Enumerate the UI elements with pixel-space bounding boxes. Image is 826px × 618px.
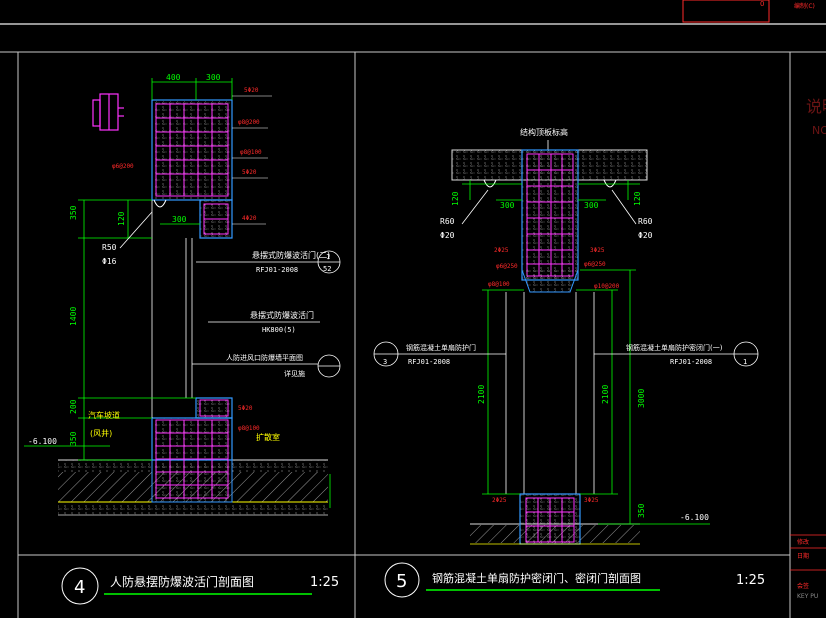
door-code-4a: RFJ01-2008 xyxy=(256,266,298,274)
r60-left: R60 xyxy=(440,217,455,226)
rebar-label-5: 4Φ20 xyxy=(242,215,257,222)
rebar-a: 2Φ25 xyxy=(494,247,509,254)
callout-door-5b: 钢筋混凝土单扇防护密闭门(一) RFJ01-2008 1 xyxy=(594,341,759,367)
top-note: 结构顶板标高 xyxy=(520,127,568,137)
callout-door-4b: 悬摆式防爆波活门 HK800(5) xyxy=(208,310,320,334)
rebar-e: φ10@200 xyxy=(594,283,620,290)
drawing-frame xyxy=(0,23,826,618)
rebar-b: 3Φ25 xyxy=(590,247,605,254)
rebar-label-6: φ6@200 xyxy=(112,163,134,170)
dim-350-5: 350 xyxy=(637,503,646,518)
dim-350: 350 xyxy=(69,205,78,220)
wall-note-3: 扩散室 xyxy=(256,432,280,442)
dim-200: 200 xyxy=(69,399,78,414)
section-4-scale: 1:25 xyxy=(310,575,339,590)
upper-beam-4 xyxy=(151,99,233,201)
elev-4: -6.100 xyxy=(28,437,57,446)
section-5-drawing: 结构顶板标高 120 300 120 300 2100 2100 3000 35… xyxy=(373,127,765,598)
plan-sub: 详见施 xyxy=(284,369,305,378)
wall-note-2: (风井) xyxy=(90,428,112,438)
r60-right: R60 xyxy=(638,217,653,226)
callout-5b-bottom: 1 xyxy=(743,358,747,366)
callout-door-5a: 3 钢筋混凝土单扇防护门 RFJ01-2008 xyxy=(373,341,506,367)
callout-5a-bottom: 3 xyxy=(383,358,387,366)
rebar-label-3: φ8@100 xyxy=(240,149,262,156)
dim-3000: 3000 xyxy=(637,389,646,408)
rebar-label-2: φ8@200 xyxy=(238,119,260,126)
callout-num-top: 1 xyxy=(326,253,330,261)
section-4-number: 4 xyxy=(74,577,85,598)
cad-drawing-canvas[interactable]: 0 编制(C) 说明 NO 修改 日期 会签 KEY PU xyxy=(0,0,826,618)
block-cell-2: 日期 xyxy=(797,552,809,560)
rebar-c: φ6@250 xyxy=(496,263,518,270)
phi16-label: Φ16 xyxy=(102,257,117,266)
dim-lines-5 xyxy=(462,180,710,525)
section-5-title: 钢筋混凝土单扇防护密闭门、密闭门剖面图 xyxy=(432,571,641,585)
dim-2100a: 2100 xyxy=(477,385,486,404)
section-5-number: 5 xyxy=(396,571,407,592)
section-5-scale: 1:25 xyxy=(736,573,765,588)
dim-300a: 300 xyxy=(500,201,515,210)
rebar-label-7: φ8@100 xyxy=(238,425,260,432)
dim-120: 120 xyxy=(117,211,126,226)
phi20-right: Φ20 xyxy=(638,231,653,240)
tiny-top-text: 0 xyxy=(760,0,764,8)
rebar-g: 2Φ25 xyxy=(492,497,507,504)
dim-400: 400 xyxy=(166,73,181,82)
block-cell-1: 修改 xyxy=(797,538,809,546)
title-block-sub: NO xyxy=(812,124,826,137)
rebar-label-1: 5Φ20 xyxy=(244,87,259,94)
callout-num-bottom: 52 xyxy=(323,265,331,273)
callout-door-4a: 悬摆式防爆波活门(二) RFJ01-2008 1 52 xyxy=(196,250,341,274)
elev-5: -6.100 xyxy=(680,513,709,522)
title-block-heading: 说明 xyxy=(806,97,826,116)
dim-1400: 1400 xyxy=(69,307,78,326)
tiny-label-text: 编制(C) xyxy=(794,2,815,10)
dim-300-mid: 300 xyxy=(172,215,187,224)
rebar-label-4: 5Φ20 xyxy=(242,169,257,176)
dim-300b: 300 xyxy=(584,201,599,210)
door-label-5b: 钢筋混凝土单扇防护密闭门(一) xyxy=(626,343,723,352)
rebar-d: φ6@250 xyxy=(584,261,606,268)
section-4-drawing: 400 300 300 350 120 1400 200 350 -6.100 … xyxy=(24,73,341,605)
wall-note-1: 汽车坡道 xyxy=(88,410,120,420)
dim-300-top: 300 xyxy=(206,73,221,82)
block-cell-3: 会签 xyxy=(797,582,809,590)
door-code-4b: HK800(5) xyxy=(262,326,296,334)
door-label-4b: 悬摆式防爆波活门 xyxy=(250,310,314,320)
dim-2100b: 2100 xyxy=(601,385,610,404)
r50-label: R50 xyxy=(102,243,117,252)
title-block: 0 编制(C) 说明 NO 修改 日期 会签 KEY PU xyxy=(682,0,826,600)
rebar-label-8: 5Φ20 xyxy=(238,405,253,412)
callout-plan-4: 人防进风口防爆墙平面图 详见施 xyxy=(192,353,341,378)
phi20-left: Φ20 xyxy=(440,231,455,240)
rebar-f: φ8@100 xyxy=(488,281,510,288)
dim-120a: 120 xyxy=(451,191,460,206)
rebar-h: 3Φ25 xyxy=(584,497,599,504)
dim-120b: 120 xyxy=(633,191,642,206)
dim-350b: 350 xyxy=(69,431,78,446)
door-label-5a: 钢筋混凝土单扇防护门 xyxy=(406,343,476,352)
valve-symbol xyxy=(92,93,124,131)
door-code-5b: RFJ01-2008 xyxy=(670,358,712,366)
plan-label: 人防进风口防爆墙平面图 xyxy=(226,353,303,362)
section-4-title: 人防悬摆防爆波活门剖面图 xyxy=(110,574,254,589)
door-code-5a: RFJ01-2008 xyxy=(408,358,450,366)
block-cell-4: KEY PU xyxy=(797,593,818,600)
